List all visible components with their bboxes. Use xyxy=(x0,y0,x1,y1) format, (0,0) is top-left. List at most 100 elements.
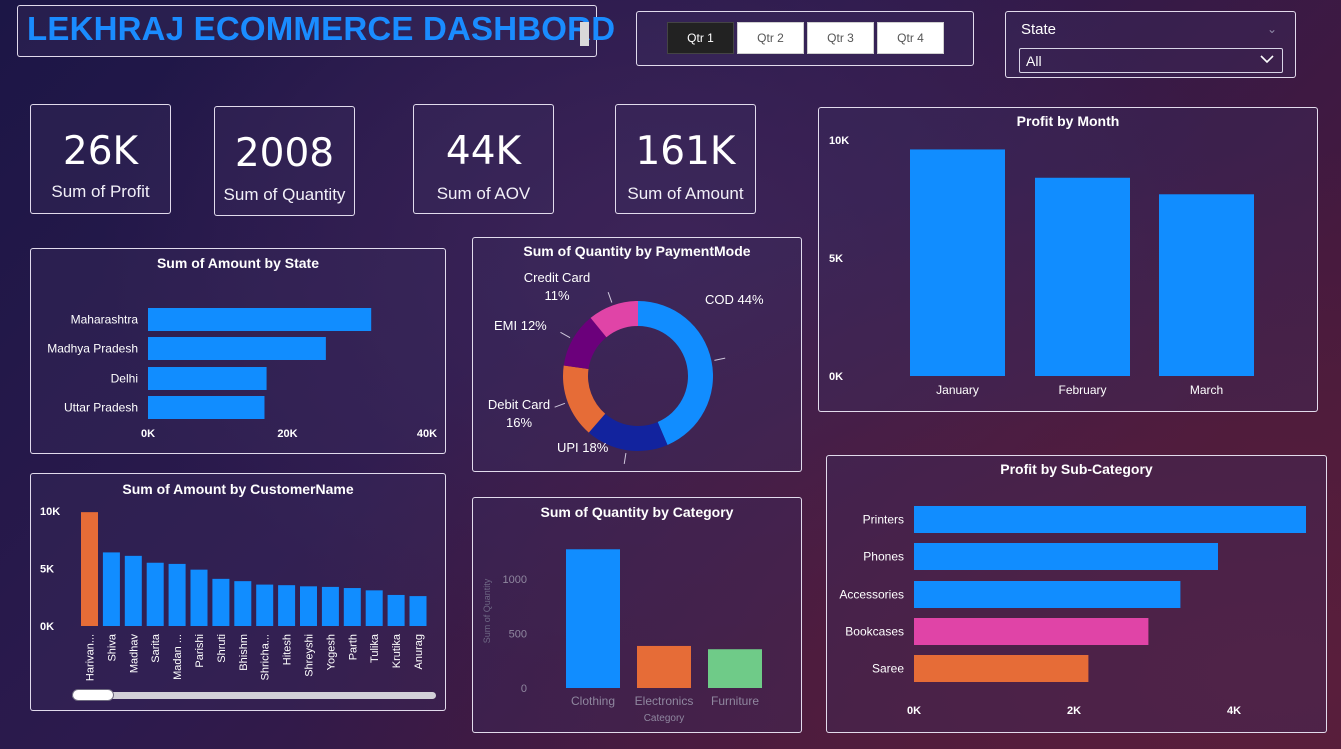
tick-label: 20K xyxy=(277,428,297,440)
tick-label: 5K xyxy=(40,564,54,576)
kpi-value: 26K xyxy=(62,129,139,174)
category-label: Furniture xyxy=(711,694,759,708)
bar xyxy=(148,396,265,419)
leader-line xyxy=(607,291,613,303)
bar xyxy=(168,563,186,626)
category-label: January xyxy=(936,383,979,397)
category-label: Madhya Pradesh xyxy=(47,342,138,356)
category-label: Bhishm xyxy=(238,634,250,671)
category-label: February xyxy=(1058,383,1106,397)
tick-label: 0K xyxy=(141,428,155,440)
bar xyxy=(914,543,1218,570)
bar xyxy=(102,552,120,626)
kpi-card-amount: 161K Sum of Amount xyxy=(615,104,756,214)
bar xyxy=(148,308,372,331)
bar xyxy=(124,555,142,626)
category-label: Parishi xyxy=(194,634,206,668)
kpi-card-aov: 44K Sum of AOV xyxy=(413,104,554,214)
bar xyxy=(914,655,1089,682)
tick-label: 10K xyxy=(40,506,60,518)
bar xyxy=(387,594,405,626)
chart-amount-by-customer: Sum of Amount by CustomerName Harivan...… xyxy=(30,473,446,711)
quarter-button-3[interactable]: Qtr 3 xyxy=(807,22,874,54)
slice-label: Credit Card xyxy=(524,270,590,285)
state-slicer-label: State xyxy=(1021,21,1057,38)
category-label: Maharashtra xyxy=(71,313,139,327)
donut-slice xyxy=(638,301,713,445)
category-label: Saree xyxy=(872,662,904,676)
tick-label: 2K xyxy=(1067,705,1081,717)
tick-label: 0K xyxy=(40,621,54,633)
state-dropdown-value: All xyxy=(1026,53,1042,69)
leader-line xyxy=(714,357,726,361)
category-label: Shiva xyxy=(106,633,118,661)
kpi-card-quantity: 2008 Sum of Quantity xyxy=(214,106,355,216)
state-slicer: State ⌄ All xyxy=(1005,11,1296,78)
kpi-value: 161K xyxy=(635,129,736,174)
category-label: Anurag xyxy=(413,634,425,669)
bar xyxy=(234,581,252,626)
category-label: Clothing xyxy=(571,694,615,708)
dashboard-title-box: LEKHRAJ ECOMMERCE DASHBORD xyxy=(17,5,615,57)
x-axis-label: Category xyxy=(644,713,685,724)
scrollbar-thumb[interactable] xyxy=(72,689,114,701)
bar xyxy=(321,586,339,626)
tick-label: 5K xyxy=(829,253,843,265)
bar xyxy=(365,590,383,626)
bar xyxy=(1035,177,1130,376)
customer-bar-svg: Harivan... Shiva Madhav Sarita Madan ... Pari… xyxy=(40,506,427,681)
bar xyxy=(914,618,1149,645)
chart-profit-by-month: Profit by Month January February March 0K 5K… xyxy=(818,107,1318,412)
quarter-button-1[interactable]: Qtr 1 xyxy=(667,22,734,54)
category-label: Madhav xyxy=(128,634,140,674)
tick-label: 40K xyxy=(417,428,437,440)
bar xyxy=(190,569,208,626)
bar xyxy=(300,586,317,626)
quarter-button-2[interactable]: Qtr 2 xyxy=(737,22,804,54)
text-cursor xyxy=(580,22,589,46)
category-label: Delhi xyxy=(111,372,138,386)
bar xyxy=(914,581,1181,608)
leader-line xyxy=(623,452,627,465)
bar xyxy=(914,506,1306,533)
bar xyxy=(212,578,230,626)
chart-quantity-by-category: Sum of Quantity by Category Clothing Elec… xyxy=(472,497,802,733)
state-dropdown[interactable]: All xyxy=(1019,48,1283,73)
horizontal-scrollbar[interactable] xyxy=(72,692,436,699)
bar xyxy=(708,649,762,688)
kpi-label: Sum of Quantity xyxy=(223,185,346,204)
kpi-label: Sum of Profit xyxy=(51,182,150,201)
kpi-value: 44K xyxy=(445,129,522,174)
slice-label: COD 44% xyxy=(705,292,764,307)
category-label: Shricha... xyxy=(260,634,272,680)
category-label: Bookcases xyxy=(845,625,904,639)
chart-amount-by-state: Sum of Amount by State Maharashtra Madhya… xyxy=(30,248,446,454)
category-label: Accessories xyxy=(839,588,904,602)
slice-label: UPI 18% xyxy=(557,440,609,455)
dashboard-title: LEKHRAJ ECOMMERCE DASHBORD xyxy=(27,10,616,47)
tick-label: 0 xyxy=(521,683,527,695)
bar xyxy=(910,149,1005,376)
category-label: Electronics xyxy=(635,694,694,708)
chart-quantity-by-paymentmode: Sum of Quantity by PaymentMode COD 44% UP… xyxy=(472,237,802,472)
y-axis-label: Sum of Quantity xyxy=(482,578,492,643)
quarter-button-4[interactable]: Qtr 4 xyxy=(877,22,944,54)
category-label: Uttar Pradesh xyxy=(64,401,138,415)
tick-label: 1000 xyxy=(503,574,527,586)
category-label: Yogesh xyxy=(325,634,337,670)
leader-line xyxy=(560,331,571,339)
payment-donut-svg: COD 44% UPI 18% Debit Card 16% EMI 12% Credit… xyxy=(488,270,764,465)
bar xyxy=(1159,194,1254,376)
kpi-label: Sum of Amount xyxy=(627,184,744,203)
bar xyxy=(256,584,274,626)
category-label: Shruti xyxy=(216,634,228,663)
kpi-label: Sum of AOV xyxy=(436,184,531,203)
chart-profit-by-subcategory: Profit by Sub-Category Printers Phones Acc… xyxy=(826,455,1327,733)
chevron-down-icon xyxy=(1258,50,1276,71)
category-label: Harivan... xyxy=(85,634,97,681)
collapse-chevron-icon[interactable]: ⌄ xyxy=(1267,22,1277,36)
kpi-card-profit: 26K Sum of Profit xyxy=(30,104,171,214)
leader-line xyxy=(554,402,566,408)
category-label: March xyxy=(1190,383,1223,397)
tick-label: 0K xyxy=(907,705,921,717)
